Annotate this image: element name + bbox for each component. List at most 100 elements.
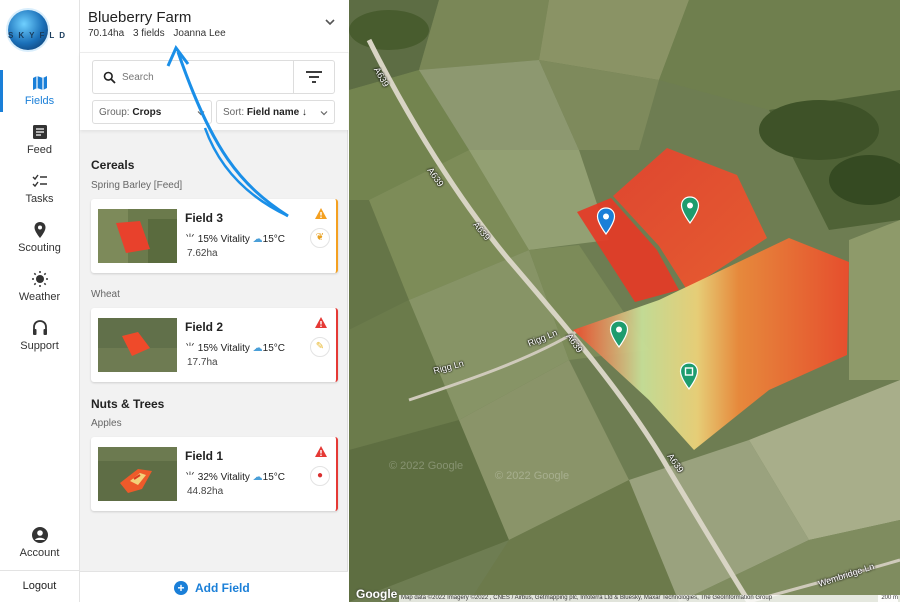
account-icon [31, 527, 48, 543]
field-temperature: 15°C [262, 343, 285, 354]
field-thumbnail [98, 447, 177, 501]
weather-cloud-icon: ☁ [252, 234, 263, 245]
group-dropdown[interactable]: Group: Crops [92, 100, 212, 124]
barley-icon: ❦ [310, 228, 330, 248]
field-area: 7.62ha [187, 248, 218, 259]
nav-label-scouting: Scouting [18, 242, 61, 254]
skyfld-logo[interactable] [8, 10, 48, 50]
nav-item-fields[interactable]: Fields [0, 66, 79, 114]
filter-icon [306, 71, 322, 83]
feed-icon [32, 125, 47, 139]
alert-icon[interactable] [315, 317, 327, 328]
crop-subtitle: Spring Barley [Feed] [91, 180, 183, 191]
search-input[interactable]: Search [92, 60, 293, 94]
farm-fields-count: 3 fields [132, 28, 165, 39]
field-tools: Search Group: Crops Sort: Field name ↓ [80, 52, 348, 130]
sort-label: Sort: [223, 107, 245, 118]
nav-item-feed[interactable]: Feed [0, 115, 79, 163]
warning-icon[interactable] [315, 208, 327, 219]
plus-icon: + [174, 581, 188, 595]
farm-name: Blueberry Farm [88, 9, 192, 26]
satellite-map[interactable]: A639 A639 A639 A639 A639 Rigg Ln Rigg Ln… [349, 0, 900, 602]
sun-icon [31, 271, 48, 287]
wheat-icon: ✎ [310, 337, 330, 357]
field-vitality: 15% Vitality [197, 343, 250, 354]
field-area: 17.7ha [187, 357, 218, 368]
nav-label-fields: Fields [24, 95, 55, 107]
map-icon [32, 76, 47, 90]
field-name: Field 1 [185, 449, 224, 463]
scouting-pin-icon[interactable] [679, 362, 699, 390]
group-label: Group: [99, 107, 130, 118]
field-card-field-1[interactable]: Field 1 ⺌ 32% Vitality ☁15°C 44.82ha ● [91, 437, 338, 511]
field-stats: ⺌ 32% Vitality ☁15°C [185, 468, 285, 483]
nav-label-tasks: Tasks [25, 193, 54, 205]
headset-icon [32, 320, 47, 335]
sort-value: Field name ↓ [246, 107, 307, 118]
map-attribution-text: Map data ©2022 Imagery ©2022 , CNES / Ai… [401, 595, 773, 601]
field-panel: Blueberry Farm 70.14ha 3 fields Joanna L… [80, 0, 348, 602]
nav-item-scouting[interactable]: Scouting [0, 213, 79, 261]
field-card-field-2[interactable]: Field 2 ⺌ 15% Vitality ☁15°C 17.7ha ✎ [91, 308, 338, 382]
crop-subtitle: Wheat [91, 289, 120, 300]
nav-item-support[interactable]: Support [0, 311, 79, 359]
sprout-icon: ⺌ [185, 343, 195, 354]
logo-text: SKYFLD [8, 31, 70, 40]
nav-item-account[interactable]: Account [0, 518, 79, 566]
nav-label-feed: Feed [26, 144, 53, 156]
alert-icon[interactable] [315, 446, 327, 457]
add-field-label: Add Field [195, 581, 250, 595]
selected-field-pin-icon[interactable] [596, 207, 616, 235]
location-pin-icon [34, 222, 45, 238]
app-root: SKYFLD Fields Feed Tasks Scouting Weathe… [0, 0, 900, 602]
left-nav: SKYFLD Fields Feed Tasks Scouting Weathe… [0, 0, 80, 602]
search-placeholder: Search [122, 72, 154, 83]
field-pin-icon[interactable] [609, 320, 629, 348]
field-card-field-3[interactable]: Field 3 ⺌ 15% Vitality ☁15°C 7.62ha ❦ [91, 199, 338, 273]
group-title: Cereals [91, 158, 135, 172]
field-stats: ⺌ 15% Vitality ☁15°C [185, 339, 285, 354]
filter-button[interactable] [293, 60, 335, 94]
add-field-button[interactable]: + Add Field [80, 571, 348, 602]
apple-icon: ● [310, 466, 330, 486]
group-value: Crops [132, 107, 162, 118]
field-thumbnail [98, 209, 177, 263]
map-watermark: © 2022 Google [495, 470, 570, 482]
sort-dropdown[interactable]: Sort: Field name ↓ [216, 100, 335, 124]
field-name: Field 3 [185, 211, 224, 225]
field-temperature: 15°C [262, 472, 285, 483]
nav-item-weather[interactable]: Weather [0, 262, 79, 310]
nav-label-account: Account [19, 547, 60, 559]
tasks-icon [32, 174, 47, 188]
field-name: Field 2 [185, 320, 224, 334]
farm-owner: Joanna Lee [173, 28, 226, 39]
nav-label-support: Support [20, 340, 59, 352]
weather-cloud-icon: ☁ [252, 472, 263, 483]
chevron-down-icon [197, 111, 205, 116]
farm-area: 70.14ha [88, 28, 125, 39]
field-temperature: 15°C [262, 234, 285, 245]
group-title: Nuts & Trees [91, 397, 165, 411]
field-vitality: 32% Vitality [197, 472, 250, 483]
google-logo: Google [356, 587, 398, 601]
farm-header[interactable]: Blueberry Farm 70.14ha 3 fields Joanna L… [80, 0, 348, 52]
sprout-icon: ⺌ [185, 472, 195, 483]
sprout-icon: ⺌ [185, 234, 195, 245]
chevron-down-icon [320, 111, 328, 116]
field-stats: ⺌ 15% Vitality ☁15°C [185, 230, 285, 245]
crop-subtitle: Apples [91, 418, 122, 429]
map-imagery [349, 0, 900, 602]
search-icon [103, 71, 116, 84]
map-scale: 200 m [878, 595, 898, 602]
farm-meta: 70.14ha 3 fields Joanna Lee [88, 28, 232, 39]
field-area: 44.82ha [187, 486, 224, 497]
map-attribution: Map data ©2022 Imagery ©2022 , CNES / Ai… [399, 595, 900, 602]
field-pin-icon[interactable] [680, 196, 700, 224]
field-thumbnail [98, 318, 177, 372]
chevron-down-icon[interactable] [324, 16, 336, 28]
field-vitality: 15% Vitality [197, 234, 250, 245]
map-watermark: © 2022 Google [389, 460, 464, 472]
nav-item-tasks[interactable]: Tasks [0, 164, 79, 212]
nav-label-weather: Weather [18, 291, 61, 303]
logout-button[interactable]: Logout [0, 570, 79, 600]
